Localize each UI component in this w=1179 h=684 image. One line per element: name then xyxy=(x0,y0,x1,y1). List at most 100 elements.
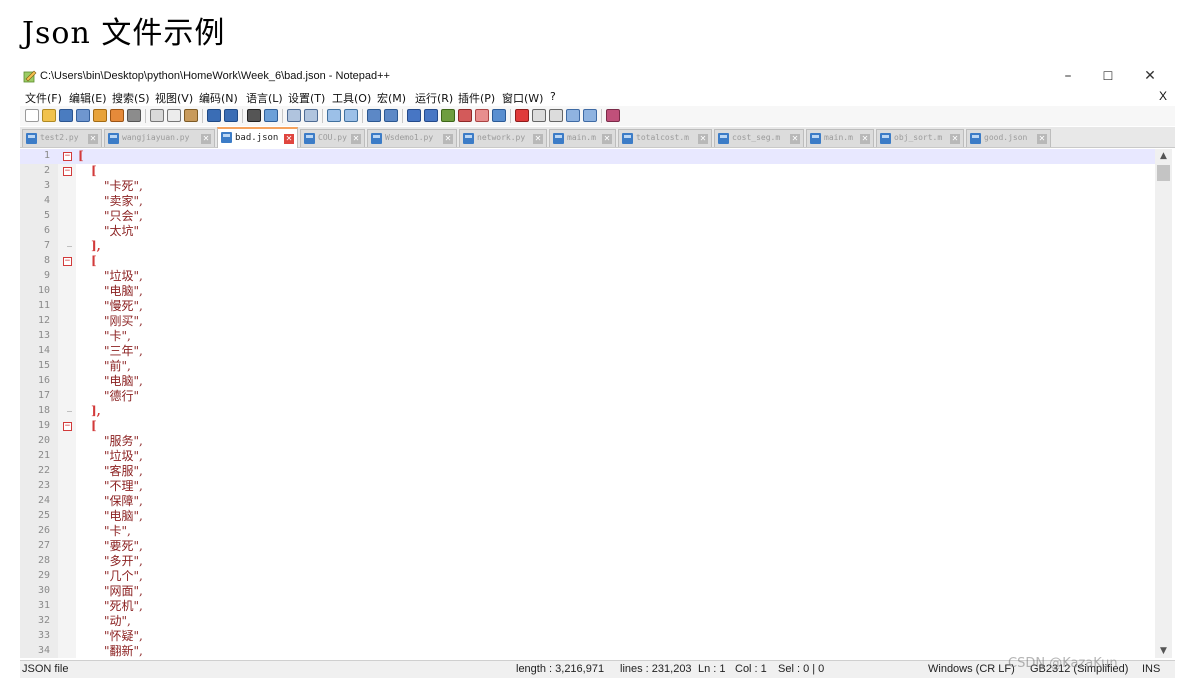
menu-macro[interactable]: 宏(M) xyxy=(377,90,406,106)
code-line[interactable]: 22 "客服", xyxy=(20,464,1155,479)
code-line[interactable]: 31 "死机", xyxy=(20,599,1155,614)
code-line[interactable]: 12 "刚买", xyxy=(20,314,1155,329)
tab-cou-py[interactable]: COU.py ✕ xyxy=(300,129,365,147)
tab-bad-json[interactable]: bad.json ✕ xyxy=(217,127,298,148)
code-line[interactable]: 26 "卡", xyxy=(20,524,1155,539)
tab-close-icon[interactable]: ✕ xyxy=(201,134,211,144)
tab-close-icon[interactable]: ✕ xyxy=(950,134,960,144)
vertical-scrollbar[interactable]: ▲ ▼ xyxy=(1155,149,1172,658)
code-line[interactable]: 1 −[ xyxy=(20,149,1155,164)
code-line[interactable]: 34 "翻新", xyxy=(20,644,1155,659)
menu-search[interactable]: 搜索(S) xyxy=(112,90,150,106)
code-line[interactable]: 19 − [ xyxy=(20,419,1155,434)
scroll-up-icon[interactable]: ▲ xyxy=(1155,149,1172,163)
tab-close-icon[interactable]: ✕ xyxy=(533,134,543,144)
minimize-button[interactable]: – xyxy=(1055,66,1081,86)
menu-settings[interactable]: 设置(T) xyxy=(288,90,325,106)
code-line[interactable]: 15 "前", xyxy=(20,359,1155,374)
close-all-icon[interactable] xyxy=(110,109,124,122)
fold-toggle-icon[interactable]: − xyxy=(63,152,72,161)
save-macro-icon[interactable] xyxy=(583,109,597,122)
tab-main-m[interactable]: main.m ✕ xyxy=(549,129,616,147)
tab-close-icon[interactable]: ✕ xyxy=(1037,134,1047,144)
find-icon[interactable] xyxy=(247,109,261,122)
play-macro-icon[interactable] xyxy=(549,109,563,122)
code-line[interactable]: 11 "慢死", xyxy=(20,299,1155,314)
menu-file[interactable]: 文件(F) xyxy=(25,90,62,106)
code-line[interactable]: 9 "垃圾", xyxy=(20,269,1155,284)
code-line[interactable]: 10 "电脑", xyxy=(20,284,1155,299)
sync-horizontal-icon[interactable] xyxy=(344,109,358,122)
code-line[interactable]: 7], xyxy=(20,239,1155,254)
tab-close-icon[interactable]: ✕ xyxy=(443,134,453,144)
fold-toggle-icon[interactable]: − xyxy=(63,257,72,266)
record-macro-icon[interactable] xyxy=(515,109,529,122)
indent-guide-icon[interactable] xyxy=(407,109,421,122)
code-line[interactable]: 16 "电脑", xyxy=(20,374,1155,389)
fold-toggle-icon[interactable]: − xyxy=(63,422,72,431)
fold-toggle-icon[interactable]: − xyxy=(63,167,72,176)
close-file-icon[interactable] xyxy=(93,109,107,122)
tab-close-icon[interactable]: ✕ xyxy=(602,134,612,144)
menu-plugins[interactable]: 插件(P) xyxy=(458,90,495,106)
code-line[interactable]: 25 "电脑", xyxy=(20,509,1155,524)
code-line[interactable]: 5 "只会", xyxy=(20,209,1155,224)
paste-icon[interactable] xyxy=(184,109,198,122)
menu-run[interactable]: 运行(R) xyxy=(415,90,453,106)
tab-close-icon[interactable]: ✕ xyxy=(284,134,294,144)
run-macro-multiple-icon[interactable] xyxy=(566,109,580,122)
code-line[interactable]: 17 "德行" xyxy=(20,389,1155,404)
scroll-thumb[interactable] xyxy=(1157,165,1170,181)
code-line[interactable]: 21 "垃圾", xyxy=(20,449,1155,464)
save-icon[interactable] xyxy=(59,109,73,122)
code-line[interactable]: 30 "网面", xyxy=(20,584,1155,599)
tab-close-icon[interactable]: ✕ xyxy=(698,134,708,144)
monitoring-icon[interactable] xyxy=(492,109,506,122)
tab-wangjiayuan-py[interactable]: wangjiayuan.py ✕ xyxy=(104,129,215,147)
close-document-button[interactable]: X xyxy=(1159,89,1167,103)
tab-close-icon[interactable]: ✕ xyxy=(860,134,870,144)
tab-cost-seg-m[interactable]: cost_seg.m ✕ xyxy=(714,129,804,147)
menu-help[interactable]: ? xyxy=(550,90,556,103)
replace-icon[interactable] xyxy=(264,109,278,122)
code-line[interactable]: 32 "动", xyxy=(20,614,1155,629)
code-line[interactable]: 29 "几个", xyxy=(20,569,1155,584)
code-line[interactable]: 6 "太坑" xyxy=(20,224,1155,239)
code-line[interactable]: 2 − [ xyxy=(20,164,1155,179)
document-map-icon[interactable] xyxy=(441,109,455,122)
user-language-icon[interactable] xyxy=(424,109,438,122)
tab-close-icon[interactable]: ✕ xyxy=(351,134,361,144)
spell-check-icon[interactable] xyxy=(606,109,620,122)
show-all-chars-icon[interactable] xyxy=(384,109,398,122)
code-line[interactable]: 27 "要死", xyxy=(20,539,1155,554)
editor-area[interactable]: 1−[2−[3 "卡死", 4 "卖家", 5 "只会", 6 "太坑" 7], 8−[9 "垃圾"… xyxy=(20,149,1175,658)
code-line[interactable]: 33 "怀疑", xyxy=(20,629,1155,644)
undo-icon[interactable] xyxy=(207,109,221,122)
code-line[interactable]: 4 "卖家", xyxy=(20,194,1155,209)
tab-wsdemo1-py[interactable]: Wsdemo1.py ✕ xyxy=(367,129,457,147)
menu-view[interactable]: 视图(V) xyxy=(155,90,193,106)
code-line[interactable]: 28 "多开", xyxy=(20,554,1155,569)
code-line[interactable]: 3 "卡死", xyxy=(20,179,1155,194)
zoom-in-icon[interactable] xyxy=(287,109,301,122)
cut-icon[interactable] xyxy=(150,109,164,122)
open-file-icon[interactable] xyxy=(42,109,56,122)
save-all-icon[interactable] xyxy=(76,109,90,122)
tab-close-icon[interactable]: ✕ xyxy=(790,134,800,144)
new-file-icon[interactable] xyxy=(25,109,39,122)
function-list-icon[interactable] xyxy=(458,109,472,122)
zoom-out-icon[interactable] xyxy=(304,109,318,122)
menu-window[interactable]: 窗口(W) xyxy=(502,90,543,106)
tab-main-m-2[interactable]: main.m ✕ xyxy=(806,129,874,147)
scroll-down-icon[interactable]: ▼ xyxy=(1155,644,1172,658)
close-button[interactable]: ✕ xyxy=(1137,66,1163,86)
tab-good-json[interactable]: good.json ✕ xyxy=(966,129,1051,147)
code-line[interactable]: 24 "保障", xyxy=(20,494,1155,509)
print-icon[interactable] xyxy=(127,109,141,122)
sync-vertical-icon[interactable] xyxy=(327,109,341,122)
menu-language[interactable]: 语言(L) xyxy=(246,90,283,106)
code-line[interactable]: 23 "不理", xyxy=(20,479,1155,494)
code-line[interactable]: 14 "三年", xyxy=(20,344,1155,359)
code-line[interactable]: 8 − [ xyxy=(20,254,1155,269)
menu-edit[interactable]: 编辑(E) xyxy=(69,90,107,106)
